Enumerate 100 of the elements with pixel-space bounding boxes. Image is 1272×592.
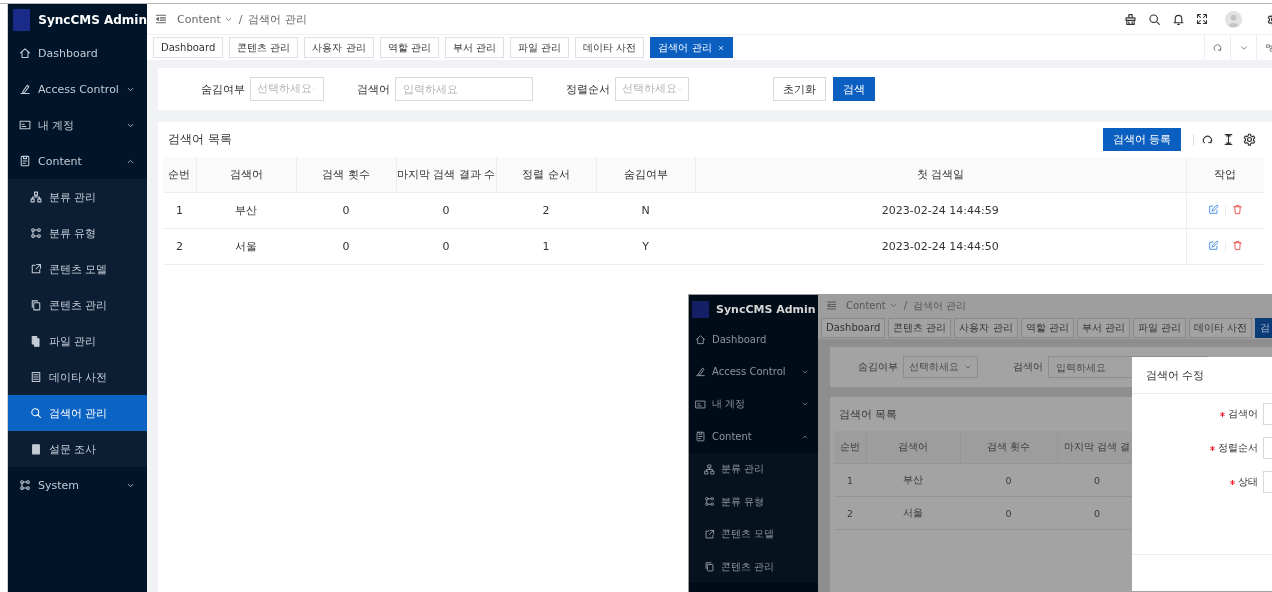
broom-icon[interactable] <box>1124 12 1137 26</box>
table-cell: Y <box>596 228 695 265</box>
tab[interactable]: 부서 관리 <box>444 37 504 58</box>
fullscreen-icon[interactable] <box>1196 13 1208 25</box>
table-cell: 1 <box>834 463 866 497</box>
table-cell: 2023-02-24 14:44:59 <box>695 192 1186 229</box>
column-height-icon[interactable] <box>1222 133 1235 146</box>
select-field[interactable]: 선택하세요 <box>903 356 978 378</box>
column-header: 검색 횟수 <box>296 157 396 193</box>
tab[interactable]: 데이타 사전 <box>575 37 645 58</box>
clipboard-icon <box>19 155 31 167</box>
tab[interactable]: 부서 관리 <box>1076 317 1130 338</box>
tab[interactable]: 검 <box>1255 317 1272 338</box>
tab[interactable]: Dashboard <box>153 37 224 58</box>
nodes-icon <box>30 227 42 239</box>
breadcrumb-separator: / <box>238 12 243 26</box>
tab[interactable]: 데이타 사전 <box>1189 317 1253 338</box>
sidebar-item[interactable]: 분류 유형 <box>8 215 147 251</box>
sidebar-item[interactable]: 분류 유형 <box>689 485 818 518</box>
settings-icon[interactable] <box>1243 133 1256 146</box>
sidebar-item[interactable]: 콘텐츠 모델 <box>689 518 818 551</box>
refresh-icon[interactable] <box>1201 133 1214 146</box>
sidebar-item[interactable]: 내 계정 <box>689 388 818 421</box>
menu-fold-icon[interactable] <box>155 13 167 25</box>
field-label: 검색어 <box>357 81 390 97</box>
search-icon[interactable] <box>1148 12 1161 26</box>
table-cell: 0 <box>296 228 396 265</box>
search-icon <box>30 407 42 419</box>
table-cell: 2 <box>163 228 196 265</box>
list-title: 검색어 목록 <box>839 406 898 422</box>
external-link-icon <box>704 528 715 540</box>
delete-icon[interactable] <box>1231 239 1243 251</box>
tab[interactable]: 사용자 관리 <box>304 37 374 58</box>
sidebar-item[interactable]: Access Control <box>8 71 147 107</box>
table-cell: 서울 <box>196 228 296 265</box>
menu-fold-icon[interactable] <box>826 300 837 312</box>
add-keyword-button[interactable]: 검색어 등록 <box>1102 128 1181 151</box>
search-button[interactable]: 검색 <box>833 77 875 101</box>
tab[interactable]: 콘텐츠 관리 <box>888 317 952 338</box>
field-label: 정렬순서 <box>566 81 610 97</box>
sidebar-item[interactable]: 검색어 관리 <box>8 395 147 431</box>
sidebar-item[interactable]: Access Control <box>689 355 818 388</box>
sidebar-item[interactable]: 설문 조사 <box>8 431 147 467</box>
sidebar-item[interactable]: 분류 관리 <box>8 179 147 215</box>
table-cell: 0 <box>960 496 1057 530</box>
clipboard-icon <box>695 431 706 443</box>
breadcrumb-separator: / <box>903 300 908 312</box>
breadcrumb-current: 검색어 관리 <box>248 11 307 27</box>
field-label: 숨김여부 <box>858 360 898 374</box>
breadcrumb-current: 검색어 관리 <box>913 298 967 313</box>
clipboard-icon <box>30 443 42 455</box>
column-header: 검색 횟수 <box>960 431 1057 464</box>
tab[interactable]: 파일 관리 <box>1133 317 1187 338</box>
sidebar-item[interactable]: Dashboard <box>689 323 818 356</box>
tab[interactable]: 사용자 관리 <box>954 317 1018 338</box>
tab[interactable]: 역할 관리 <box>1020 317 1074 338</box>
edit-icon[interactable] <box>1207 239 1219 251</box>
id-card-icon <box>695 398 706 410</box>
sidebar-item[interactable]: 콘텐츠 모델 <box>8 251 147 287</box>
sidebar-item[interactable]: System <box>8 467 147 503</box>
edit-icon[interactable] <box>1207 203 1219 215</box>
column-header: 정렬 순서 <box>496 157 596 193</box>
form-label: 검색어 <box>1228 407 1258 421</box>
home-icon <box>695 333 706 345</box>
tab[interactable]: 역할 관리 <box>379 37 439 58</box>
home-icon <box>19 47 31 59</box>
pen-icon <box>19 83 31 95</box>
sidebar-item[interactable]: 분류 관리 <box>689 453 818 486</box>
bell-icon[interactable] <box>1172 12 1185 26</box>
reset-button[interactable]: 초기화 <box>773 77 826 101</box>
external-link-icon <box>30 263 42 275</box>
copy-icon <box>30 299 42 311</box>
breadcrumb-link[interactable]: Content <box>177 12 233 26</box>
app-logo-text: SyncCMS Admin <box>716 302 816 316</box>
sidebar-item[interactable]: 내 계정 <box>8 107 147 143</box>
close-icon[interactable] <box>716 43 725 52</box>
sidebar-item[interactable]: 콘텐츠 관리 <box>8 287 147 323</box>
sidebar-item[interactable]: 파일 관리 <box>8 323 147 359</box>
column-header: 검색어 <box>866 431 960 464</box>
table-cell: 0 <box>396 192 496 229</box>
sitemap-icon <box>704 463 715 475</box>
sidebar-item[interactable]: Content <box>8 143 147 179</box>
tab[interactable]: 검색어 관리 <box>650 37 733 58</box>
column-header: 마지막 검색 결과 수 <box>396 157 496 193</box>
app-logo-text: SyncCMS Admin <box>38 12 147 27</box>
delete-icon[interactable] <box>1231 203 1243 215</box>
table-cell: 0 <box>396 228 496 265</box>
sidebar-item[interactable]: Content <box>689 420 818 453</box>
table-cell: N <box>596 192 695 229</box>
table-cell: 서울 <box>866 496 960 530</box>
column-header: 검색어 <box>196 157 296 193</box>
tab[interactable]: 콘텐츠 관리 <box>229 37 299 58</box>
field-label: 검색어 <box>1013 360 1043 374</box>
sidebar-item[interactable]: 데이타 사전 <box>8 359 147 395</box>
tab[interactable]: 파일 관리 <box>510 37 570 58</box>
column-header: 숨김여부 <box>596 157 695 193</box>
sidebar-item[interactable]: Dashboard <box>8 35 147 71</box>
sidebar-item[interactable]: 콘텐츠 관리 <box>689 550 818 583</box>
column-header: 순번 <box>163 157 196 193</box>
tab[interactable]: Dashboard <box>821 317 886 338</box>
